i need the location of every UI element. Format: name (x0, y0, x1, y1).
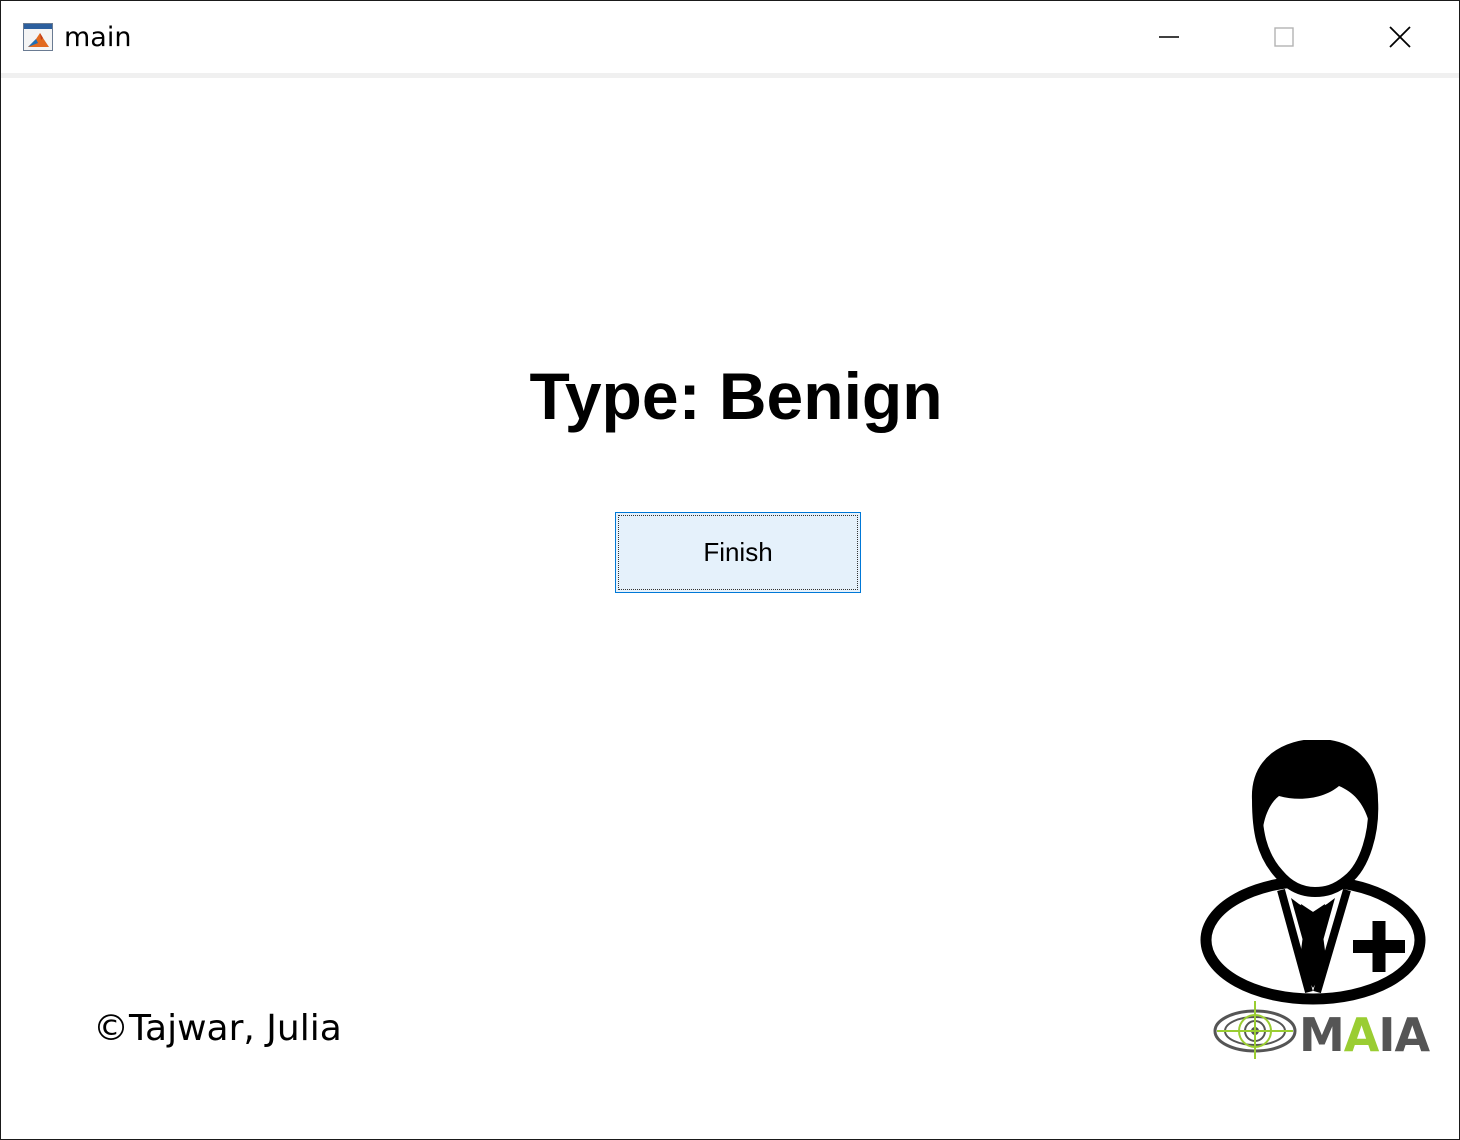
close-button[interactable] (1342, 1, 1458, 73)
finish-button[interactable]: Finish (615, 512, 861, 593)
maia-accent: A (1343, 1008, 1380, 1062)
maia-suffix: IA (1378, 1008, 1430, 1062)
maximize-button[interactable] (1226, 1, 1342, 73)
matlab-icon (23, 23, 53, 51)
maia-prefix: M (1299, 1008, 1345, 1062)
copyright-text: ©Tajwar, Julia (93, 1008, 342, 1049)
doctor-plus-icon (1200, 740, 1426, 1005)
finish-button-label: Finish (703, 537, 773, 567)
window-title: main (64, 22, 132, 53)
maia-logo-text: MAIA (1299, 1006, 1430, 1064)
result-type-label: Type: Benign (529, 359, 943, 433)
close-icon (1389, 26, 1411, 48)
maximize-icon (1274, 27, 1294, 47)
title-bar[interactable]: main (1, 1, 1459, 73)
app-window: main Type: Benign Finish ©Tajwar, Julia (0, 0, 1460, 1140)
minimize-button[interactable] (1111, 1, 1227, 73)
minimize-icon (1159, 36, 1179, 38)
